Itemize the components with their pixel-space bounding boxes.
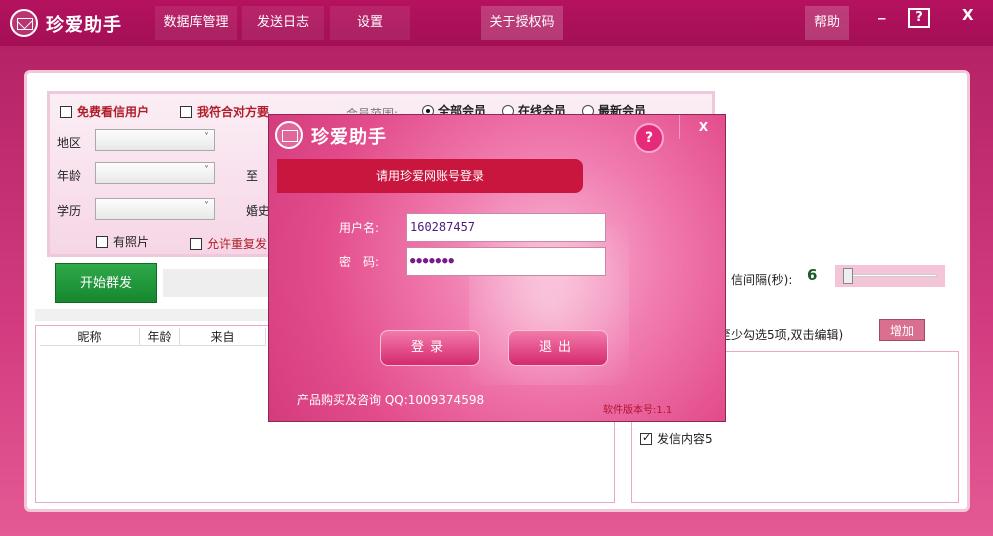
envelope-logo-icon bbox=[10, 9, 38, 37]
slider-thumb[interactable] bbox=[843, 268, 853, 284]
checkbox-box[interactable] bbox=[190, 237, 202, 250]
login-button[interactable]: 登录 bbox=[380, 330, 480, 366]
login-banner: 请用珍爱网账号登录 bbox=[277, 159, 583, 193]
envelope-logo-icon bbox=[275, 121, 303, 149]
password-label: 密 码: bbox=[339, 255, 380, 269]
progress-area bbox=[163, 269, 273, 297]
interval-value: 6 bbox=[807, 266, 818, 284]
interval-slider[interactable] bbox=[835, 265, 945, 287]
has-photo-checkbox[interactable]: 有照片 bbox=[96, 233, 149, 250]
age-label: 年龄 bbox=[57, 169, 82, 183]
free-user-label: 免费看信用户 bbox=[77, 105, 150, 119]
education-select[interactable]: ˅ bbox=[95, 198, 215, 220]
username-input[interactable]: 160287457 bbox=[406, 213, 606, 242]
chevron-down-icon: ˅ bbox=[204, 132, 209, 143]
interval-label: 信间隔(秒): bbox=[731, 273, 793, 287]
checkbox-box[interactable] bbox=[96, 235, 108, 248]
content-item-checkbox[interactable]: 发信内容5 bbox=[640, 430, 713, 447]
add-content-button[interactable]: 增加 bbox=[879, 319, 925, 341]
menu-help[interactable]: 帮助 bbox=[805, 6, 849, 40]
dialog-title: 珍爱助手 bbox=[311, 127, 387, 148]
dialog-help-button[interactable]: ? bbox=[634, 123, 664, 153]
list-header: 昵称 年龄 来自 bbox=[40, 328, 266, 346]
age-from-select[interactable]: ˅ bbox=[95, 162, 215, 184]
column-age[interactable]: 年龄 bbox=[140, 328, 180, 345]
username-label: 用户名: bbox=[339, 221, 380, 235]
login-dialog: 珍爱助手 ? X 请用珍爱网账号登录 用户名: 160287457 密 码: ●… bbox=[268, 114, 726, 422]
app-title: 珍爱助手 bbox=[46, 15, 122, 36]
purchase-contact: 产品购买及咨询 QQ:1009374598 bbox=[297, 393, 485, 407]
match-requirement-checkbox[interactable]: 我符合对方要 bbox=[180, 103, 269, 120]
start-send-button[interactable]: 开始群发 bbox=[55, 263, 157, 303]
content-hint: 至少勾选5项,双击编辑) bbox=[719, 328, 844, 342]
column-from[interactable]: 来自 bbox=[180, 328, 266, 345]
chevron-down-icon: ˅ bbox=[204, 165, 209, 176]
region-label: 地区 bbox=[57, 136, 82, 150]
exit-button[interactable]: 退出 bbox=[508, 330, 608, 366]
menu-send-log[interactable]: 发送日志 bbox=[242, 6, 324, 40]
has-photo-label: 有照片 bbox=[113, 235, 150, 249]
free-user-checkbox[interactable]: 免费看信用户 bbox=[60, 103, 149, 120]
allow-repeat-label: 允许重复发 bbox=[207, 237, 268, 251]
content-item-label: 发信内容5 bbox=[657, 432, 713, 446]
dialog-close-button[interactable]: X bbox=[679, 115, 725, 139]
match-requirement-label: 我符合对方要 bbox=[197, 105, 270, 119]
help-button[interactable]: ? bbox=[908, 8, 930, 28]
version-label: 软件版本号:1.1 bbox=[603, 405, 673, 416]
region-select[interactable]: ˅ bbox=[95, 129, 215, 151]
column-nickname[interactable]: 昵称 bbox=[40, 328, 140, 345]
marriage-label: 婚史 bbox=[246, 204, 271, 218]
slider-track[interactable] bbox=[843, 274, 937, 277]
close-button[interactable]: X bbox=[962, 6, 974, 24]
menu-db-manage[interactable]: 数据库管理 bbox=[155, 6, 237, 40]
checkbox-box[interactable] bbox=[60, 105, 72, 118]
chevron-down-icon: ˅ bbox=[204, 201, 209, 212]
password-input[interactable]: ●●●●●●● bbox=[406, 247, 606, 276]
checkbox-box[interactable] bbox=[640, 431, 652, 445]
menu-settings[interactable]: 设置 bbox=[330, 6, 410, 40]
title-bar: 珍爱助手 数据库管理 发送日志 设置 关于授权码 帮助 _ ? X bbox=[0, 0, 993, 46]
age-to-label: 至 bbox=[246, 169, 259, 183]
minimize-button[interactable]: _ bbox=[878, 2, 886, 20]
menu-auth-code[interactable]: 关于授权码 bbox=[481, 6, 563, 40]
checkbox-box[interactable] bbox=[180, 105, 192, 118]
allow-repeat-checkbox[interactable]: 允许重复发 bbox=[190, 235, 267, 252]
education-label: 学历 bbox=[57, 204, 82, 218]
